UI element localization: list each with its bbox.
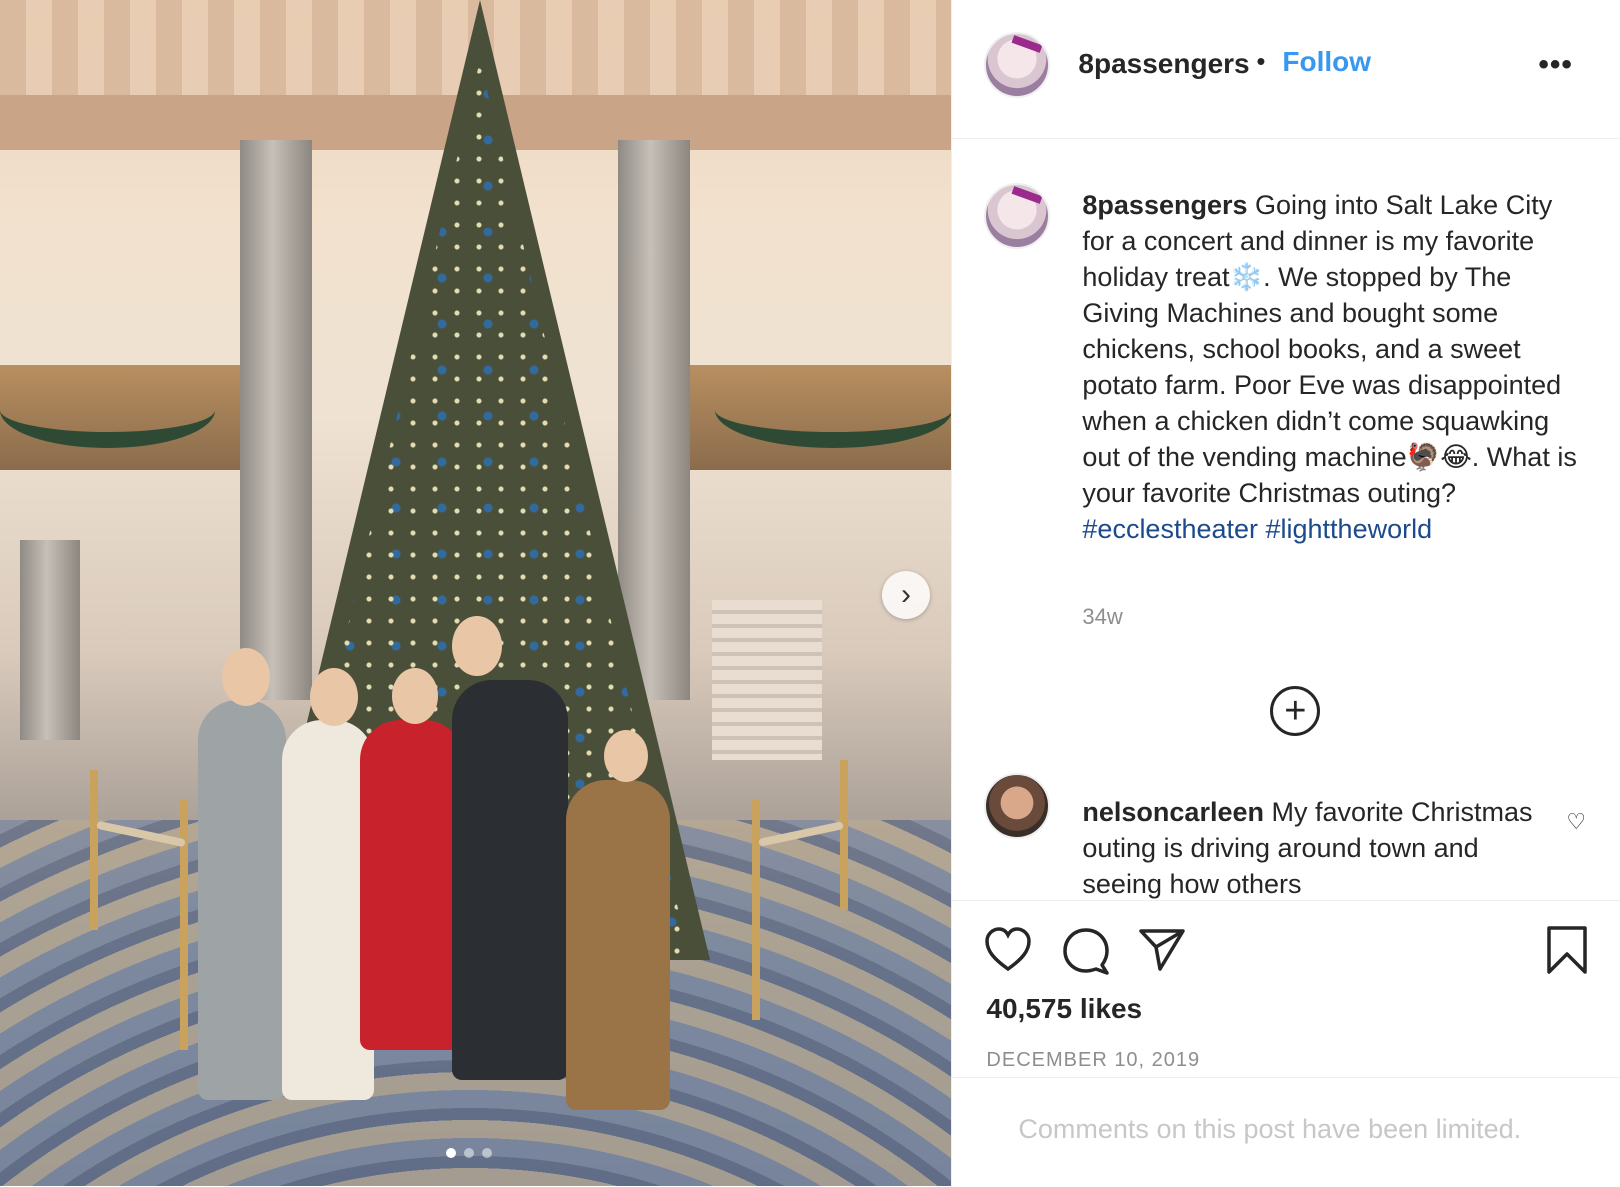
avatar[interactable] bbox=[984, 32, 1051, 98]
garland-right bbox=[715, 372, 952, 448]
person-1-head bbox=[222, 648, 270, 706]
post-container: › 8passengers • Follow ••• 8passengers G… bbox=[0, 0, 1620, 1186]
caption-username[interactable]: 8passengers bbox=[1082, 190, 1247, 220]
caption-avatar[interactable] bbox=[984, 183, 1051, 249]
post-details-panel: 8passengers • Follow ••• 8passengers Goi… bbox=[951, 0, 1620, 1186]
person-1 bbox=[198, 700, 286, 1100]
person-2-head bbox=[310, 668, 358, 726]
post-header: 8passengers • Follow ••• bbox=[952, 0, 1620, 139]
comment-username[interactable]: nelsoncarleen bbox=[1082, 797, 1264, 827]
follow-button[interactable]: Follow bbox=[1282, 46, 1371, 78]
post-photo[interactable]: › bbox=[0, 0, 952, 1186]
share-icon[interactable] bbox=[1138, 927, 1186, 973]
heart-icon[interactable] bbox=[984, 927, 1032, 973]
post-date[interactable]: DECEMBER 10, 2019 bbox=[986, 1049, 1200, 1072]
garland-left bbox=[0, 372, 215, 448]
carousel-dot[interactable] bbox=[446, 1148, 456, 1158]
carousel-dot[interactable] bbox=[482, 1148, 492, 1158]
caption: 8passengers Going into Salt Lake City fo… bbox=[1082, 187, 1582, 547]
stanchion bbox=[90, 770, 98, 930]
person-5-head bbox=[604, 730, 648, 782]
more-options-icon[interactable]: ••• bbox=[1538, 48, 1573, 82]
header-username[interactable]: 8passengers bbox=[1078, 48, 1249, 80]
person-3-head bbox=[392, 668, 438, 724]
chevron-right-icon: › bbox=[901, 578, 911, 611]
person-4-head bbox=[452, 616, 502, 676]
carousel-dot[interactable] bbox=[464, 1148, 474, 1158]
staircase bbox=[712, 600, 822, 760]
post-actions: 40,575 likes DECEMBER 10, 2019 Comments … bbox=[952, 900, 1620, 1187]
carousel-dots bbox=[446, 1148, 492, 1158]
carousel-next-button[interactable]: › bbox=[882, 571, 930, 619]
comment-icon[interactable] bbox=[1062, 927, 1110, 975]
post-time[interactable]: 34w bbox=[1082, 604, 1122, 630]
likes-count[interactable]: 40,575 likes bbox=[986, 993, 1142, 1025]
stanchion bbox=[840, 760, 848, 910]
caption-text: Going into Salt Lake City for a concert … bbox=[1082, 190, 1577, 508]
plus-circle-icon[interactable]: + bbox=[1270, 686, 1321, 736]
person-3 bbox=[360, 720, 464, 1050]
bookmark-icon[interactable] bbox=[1546, 925, 1588, 975]
person-4 bbox=[452, 680, 568, 1080]
comments-limited-text: Comments on this post have been limited. bbox=[1018, 1114, 1522, 1144]
stanchion bbox=[752, 800, 760, 1020]
comments-section[interactable]: 8passengers Going into Salt Lake City fo… bbox=[952, 139, 1620, 899]
comment: nelsoncarleen My favorite Christmas outi… bbox=[1082, 794, 1562, 899]
comments-limited-notice: Comments on this post have been limited. bbox=[952, 1077, 1620, 1144]
commenter-avatar[interactable] bbox=[984, 773, 1051, 839]
header-separator: • bbox=[1256, 46, 1266, 76]
person-5 bbox=[566, 780, 670, 1110]
comment-like-icon[interactable]: ♡ bbox=[1566, 809, 1586, 835]
column-far-left bbox=[20, 540, 80, 740]
caption-hashtags[interactable]: #ecclestheater #lighttheworld bbox=[1082, 514, 1432, 544]
